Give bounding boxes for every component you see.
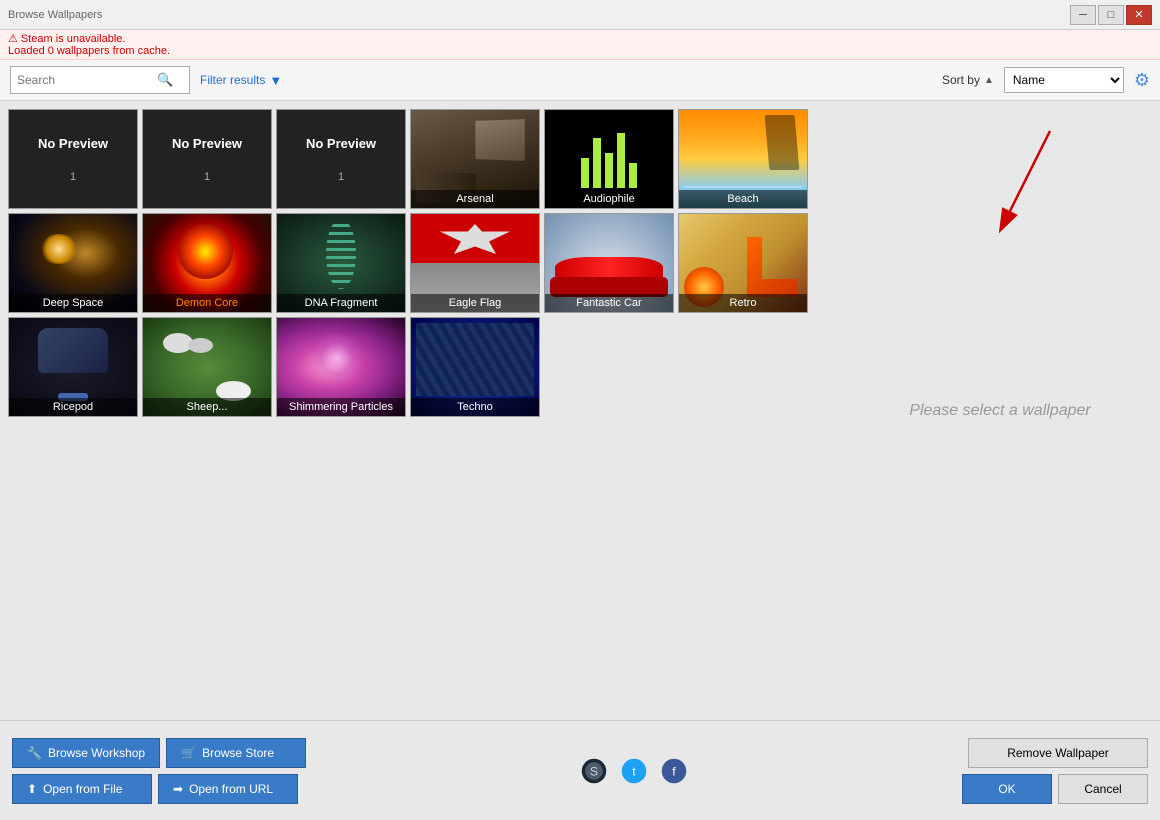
wallpaper-item-techno[interactable]: Techno [410, 317, 540, 417]
title-bar: Browse Wallpapers ─ □ ✕ [0, 0, 1160, 30]
wallpaper-item-shimmering[interactable]: Shimmering Particles [276, 317, 406, 417]
wallpaper-grid: No Preview 1 No Preview 1 No Preview 1 A… [8, 109, 832, 417]
audio-bars [581, 133, 637, 188]
file-icon: ⬆ [27, 782, 37, 796]
wallpaper-item-ricepod[interactable]: Ricepod [8, 317, 138, 417]
url-icon: ➡ [173, 782, 183, 796]
wallpaper-item[interactable]: No Preview 1 [142, 109, 272, 209]
svg-text:f: f [672, 764, 676, 778]
facebook-social-icon[interactable]: f [658, 755, 690, 787]
cancel-button[interactable]: Cancel [1058, 774, 1148, 804]
twitter-social-icon[interactable]: t [618, 755, 650, 787]
bottom-bar: 🔧 Browse Workshop 🛒 Browse Store ⬆ Open … [0, 720, 1160, 820]
wallpaper-item-car[interactable]: Fantastic Car [544, 213, 674, 313]
browse-workshop-button[interactable]: 🔧 Browse Workshop [12, 738, 160, 768]
wallpaper-item-audiophile[interactable]: Audiophile [544, 109, 674, 209]
filter-icon: ▼ [269, 73, 282, 88]
workshop-icon: 🔧 [27, 746, 42, 760]
ok-button[interactable]: OK [962, 774, 1052, 804]
wallpaper-item-demon-core[interactable]: Demon Core [142, 213, 272, 313]
wallpaper-label: Audiophile [545, 190, 673, 208]
steam-error-line2: Loaded 0 wallpapers from cache. [8, 45, 1152, 57]
no-preview-count: 1 [204, 171, 210, 183]
maximize-button[interactable]: □ [1098, 5, 1124, 25]
bottom-row-2: ⬆ Open from File ➡ Open from URL [12, 774, 306, 804]
steam-error-line1: ⚠ Steam is unavailable. [8, 32, 1152, 45]
wallpaper-panel: No Preview 1 No Preview 1 No Preview 1 A… [0, 101, 840, 720]
search-icon[interactable]: 🔍 [157, 72, 173, 88]
wallpaper-item-beach[interactable]: Beach [678, 109, 808, 209]
wallpaper-label: Fantastic Car [545, 294, 673, 312]
wallpaper-label: Retro [679, 294, 807, 312]
social-icons: S t f [306, 755, 962, 787]
no-preview-count: 1 [338, 171, 344, 183]
wallpaper-item[interactable]: No Preview 1 [8, 109, 138, 209]
no-preview-label: No Preview [38, 136, 108, 151]
remove-wallpaper-button[interactable]: Remove Wallpaper [968, 738, 1148, 768]
wallpaper-item-deep-space[interactable]: Deep Space [8, 213, 138, 313]
wallpaper-label: Shimmering Particles [277, 398, 405, 416]
wallpaper-label: Beach [679, 190, 807, 208]
steam-social-icon[interactable]: S [578, 755, 610, 787]
close-button[interactable]: ✕ [1126, 5, 1152, 25]
title-bar-controls: ─ □ ✕ [1070, 5, 1152, 25]
wallpaper-label: DNA Fragment [277, 294, 405, 312]
title-bar-title: Browse Wallpapers [8, 9, 102, 21]
svg-text:S: S [590, 764, 598, 778]
no-preview-label: No Preview [306, 136, 376, 151]
open-url-button[interactable]: ➡ Open from URL [158, 774, 298, 804]
wallpaper-item-eagle[interactable]: Eagle Flag [410, 213, 540, 313]
minimize-button[interactable]: ─ [1070, 5, 1096, 25]
search-box: 🔍 [10, 66, 190, 94]
wallpaper-label: Techno [411, 398, 539, 416]
filter-button[interactable]: Filter results ▼ [200, 73, 282, 88]
red-arrow-annotation [990, 121, 1070, 241]
preview-placeholder: Please select a wallpaper [909, 402, 1090, 420]
store-icon: 🛒 [181, 746, 196, 760]
svg-text:t: t [632, 764, 636, 778]
retro-shape [747, 237, 797, 297]
sort-select[interactable]: Name Date Rating [1004, 67, 1124, 93]
sort-label: Sort by ▲ [942, 73, 994, 87]
wallpaper-label: Ricepod [9, 398, 137, 416]
wallpaper-item[interactable]: No Preview 1 [276, 109, 406, 209]
bottom-left-actions: 🔧 Browse Workshop 🛒 Browse Store ⬆ Open … [12, 738, 306, 804]
search-input[interactable] [17, 73, 157, 87]
wallpaper-label: Sheep... [143, 398, 271, 416]
no-preview-count: 1 [70, 171, 76, 183]
open-file-button[interactable]: ⬆ Open from File [12, 774, 152, 804]
no-preview-label: No Preview [172, 136, 242, 151]
filter-label: Filter results [200, 73, 265, 87]
wallpaper-item-sheep[interactable]: Sheep... [142, 317, 272, 417]
preview-panel: Please select a wallpaper [840, 101, 1160, 720]
wallpaper-item-retro[interactable]: Retro [678, 213, 808, 313]
toolbar: 🔍 Filter results ▼ Sort by ▲ Name Date R… [0, 60, 1160, 101]
settings-gear-button[interactable]: ⚙ [1134, 70, 1150, 91]
browse-store-button[interactable]: 🛒 Browse Store [166, 738, 306, 768]
bottom-right-actions: Remove Wallpaper OK Cancel [962, 738, 1148, 804]
ok-cancel-row: OK Cancel [962, 774, 1148, 804]
wallpaper-item-arsenal[interactable]: Arsenal [410, 109, 540, 209]
steam-error-bar: ⚠ Steam is unavailable. Loaded 0 wallpap… [0, 30, 1160, 60]
main-content: No Preview 1 No Preview 1 No Preview 1 A… [0, 101, 1160, 720]
wallpaper-item-dna[interactable]: DNA Fragment [276, 213, 406, 313]
wallpaper-label: Demon Core [143, 294, 271, 312]
wallpaper-label: Arsenal [411, 190, 539, 208]
bottom-row-1: 🔧 Browse Workshop 🛒 Browse Store [12, 738, 306, 768]
wallpaper-label: Eagle Flag [411, 294, 539, 312]
wallpaper-label: Deep Space [9, 294, 137, 312]
sort-arrow-icon: ▲ [984, 75, 994, 86]
